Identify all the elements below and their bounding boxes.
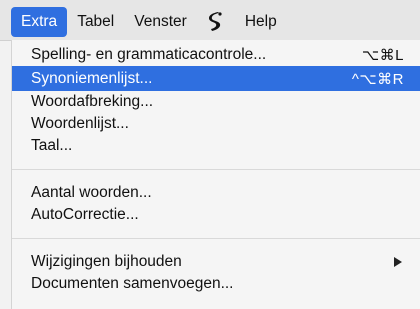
menu-extra[interactable]: Extra [11,7,68,37]
menu-separator [12,169,420,170]
menu-venster[interactable]: Venster [124,7,197,37]
menu-item-dictionary[interactable]: Woordenlijst... [12,113,420,135]
menu-item-spelling-grammar[interactable]: Spelling- en grammaticacontrole... ⌥⌘L [12,44,420,66]
menu-item-label: Aantal woorden... [31,184,152,201]
script-icon [207,12,225,32]
submenu-arrow-icon [394,257,402,267]
menu-item-label: Wijzigingen bijhouden [31,253,182,270]
menu-item-language[interactable]: Taal... [12,135,420,157]
menu-item-hyphenation[interactable]: Woordafbreking... [12,91,420,113]
extra-dropdown-menu: Spelling- en grammaticacontrole... ⌥⌘L S… [11,40,420,309]
menu-script[interactable] [197,7,235,37]
menu-item-thesaurus[interactable]: Synoniemenlijst... ^⌥⌘R [12,66,420,91]
menu-item-label: Woordafbreking... [31,93,154,110]
menu-bar: Extra Tabel Venster Help [0,0,420,41]
keyboard-shortcut: ⌥⌘L [361,47,404,64]
menu-item-label: Synoniemenlijst... [31,69,153,87]
menu-item-label: Documenten samenvoegen... [31,275,234,292]
menu-item-merge-documents[interactable]: Documenten samenvoegen... [12,273,420,295]
menu-item-label: Spelling- en grammaticacontrole... [31,46,267,63]
menu-item-label: AutoCorrectie... [31,206,139,223]
menu-separator [12,238,420,239]
menu-tabel[interactable]: Tabel [67,7,124,37]
menu-item-label: Taal... [31,137,73,154]
menu-help[interactable]: Help [235,7,287,37]
menu-item-label: Woordenlijst... [31,115,129,132]
menu-item-autocorrect[interactable]: AutoCorrectie... [12,204,420,226]
menu-item-word-count[interactable]: Aantal woorden... [12,182,420,204]
keyboard-shortcut: ^⌥⌘R [351,70,404,88]
menu-item-track-changes[interactable]: Wijzigingen bijhouden [12,251,420,273]
